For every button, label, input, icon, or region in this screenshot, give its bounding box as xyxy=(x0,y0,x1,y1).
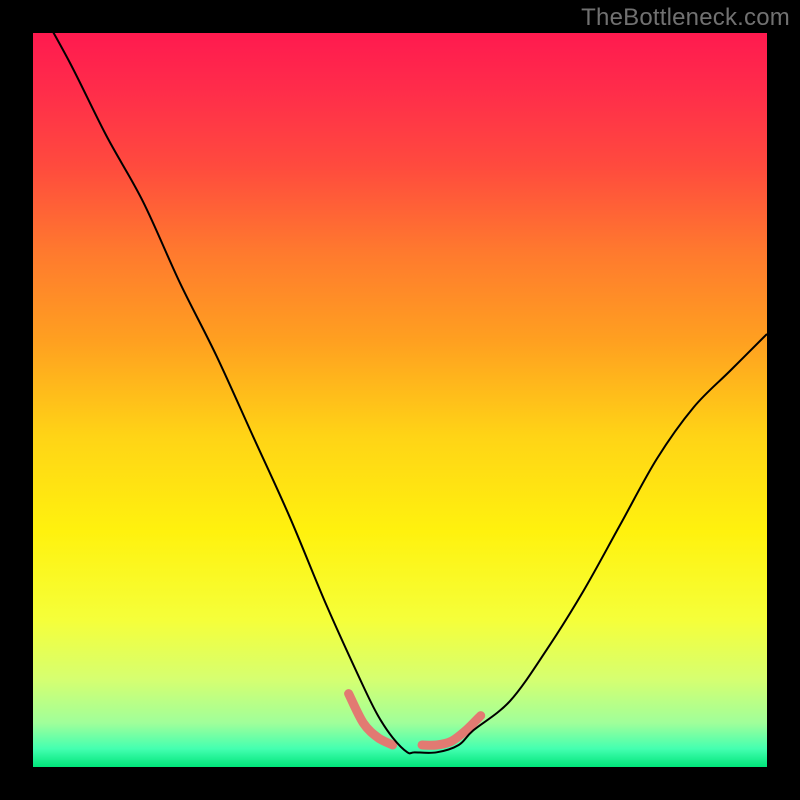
gradient-background xyxy=(33,33,767,767)
bottleneck-chart xyxy=(33,33,767,767)
watermark-text: TheBottleneck.com xyxy=(581,4,790,32)
